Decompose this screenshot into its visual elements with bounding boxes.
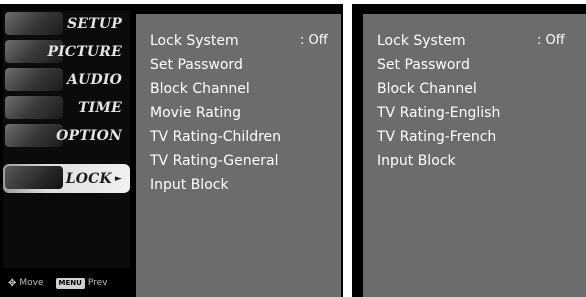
menu-item-label: SETUP [67,15,122,32]
option-input-block[interactable]: Input Block [150,174,229,196]
menu-item-option[interactable]: OPTION [3,122,130,149]
menu-item-label: AUDIO [67,71,122,88]
menu-item-label: OPTION [56,127,122,144]
move-icon: ✥ [8,277,17,289]
option-tv-rating-children[interactable]: TV Rating-Children [150,126,281,148]
option-movie-rating[interactable]: Movie Rating [150,102,241,124]
menu-item-picture[interactable]: PICTURE [3,38,130,65]
option-input-block[interactable]: Input Block [377,150,456,172]
arrow-right-icon: ► [114,173,122,184]
audio-thumbnail-icon [5,68,63,91]
option-tv-rating-english[interactable]: TV Rating-English [377,102,500,124]
option-block-channel[interactable]: Block Channel [150,78,250,100]
setup-thumbnail-icon [5,12,63,35]
menu-item-label: TIME [78,99,122,116]
lock-system-value: : Off [300,33,328,48]
menu-item-time[interactable]: TIME [3,94,130,121]
left-tv-osd: SETUP PICTURE AUDIO TIME OPTION LOCK ► ✥… [0,4,343,297]
option-tv-rating-general[interactable]: TV Rating-General [150,150,278,172]
menu-key-icon: MENU [55,277,85,289]
option-thumbnail-icon [5,124,63,147]
navigation-hint-bar: ✥ Move MENU Prev [0,272,130,294]
main-menu-sidebar: SETUP PICTURE AUDIO TIME OPTION LOCK ► [3,10,130,268]
option-lock-system[interactable]: Lock System [377,30,466,52]
option-block-channel[interactable]: Block Channel [377,78,477,100]
option-set-password[interactable]: Set Password [150,54,243,76]
move-hint-label: Move [19,278,44,288]
lock-submenu-panel-canada: Lock System : Off Set Password Block Cha… [363,14,586,297]
menu-item-setup[interactable]: SETUP [3,10,130,37]
menu-item-label: LOCK [65,170,112,187]
prev-hint-label: Prev [87,278,108,288]
option-set-password[interactable]: Set Password [377,54,470,76]
lock-thumbnail-icon [5,166,63,189]
option-lock-system[interactable]: Lock System [150,30,239,52]
menu-item-audio[interactable]: AUDIO [3,66,130,93]
menu-item-lock[interactable]: LOCK ► [3,164,130,193]
lock-submenu-panel: Lock System : Off Set Password Block Cha… [136,14,341,297]
lock-system-value: : Off [537,33,565,48]
time-thumbnail-icon [5,96,63,119]
option-tv-rating-french[interactable]: TV Rating-French [377,126,496,148]
menu-item-label: PICTURE [47,43,122,60]
